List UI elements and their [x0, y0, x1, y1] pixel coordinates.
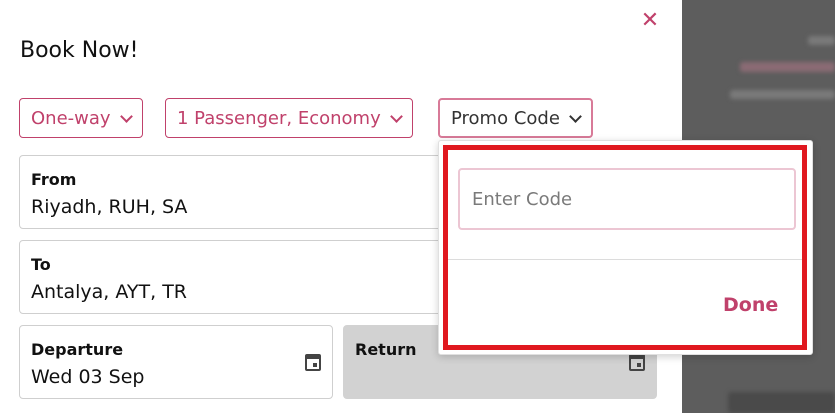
backdrop-blur-text	[728, 392, 835, 413]
from-label: From	[31, 170, 77, 189]
passenger-select[interactable]: 1 Passenger, Economy	[165, 98, 413, 138]
backdrop-blur-text	[740, 62, 835, 72]
chevron-down-icon	[569, 109, 582, 123]
done-button[interactable]: Done	[723, 294, 778, 316]
to-value: Antalya, AYT, TR	[31, 281, 187, 303]
chevron-down-icon	[119, 109, 133, 123]
promo-code-select[interactable]: Promo Code	[438, 98, 593, 138]
modal-title: Book Now!	[20, 38, 139, 63]
return-label: Return	[355, 340, 417, 359]
to-field[interactable]: To Antalya, AYT, TR	[19, 240, 479, 314]
calendar-icon[interactable]	[305, 354, 321, 371]
trip-type-select[interactable]: One-way	[19, 98, 143, 138]
from-value: Riyadh, RUH, SA	[31, 196, 188, 218]
promo-code-input[interactable]	[458, 168, 796, 230]
close-icon[interactable]: ✕	[639, 10, 661, 32]
promo-code-label: Promo Code	[451, 107, 560, 129]
backdrop-blur-text	[808, 36, 835, 45]
departure-label: Departure	[31, 340, 124, 359]
dropdown-divider	[446, 259, 805, 260]
chevron-down-icon	[389, 109, 403, 123]
departure-value: Wed 03 Sep	[31, 366, 145, 388]
backdrop-blur-text	[730, 90, 835, 99]
to-label: To	[31, 255, 51, 274]
trip-type-label: One-way	[31, 107, 111, 129]
calendar-icon[interactable]	[629, 354, 645, 371]
from-field[interactable]: From Riyadh, RUH, SA	[19, 155, 479, 229]
departure-field[interactable]: Departure Wed 03 Sep	[19, 325, 333, 399]
passenger-label: 1 Passenger, Economy	[177, 107, 381, 129]
